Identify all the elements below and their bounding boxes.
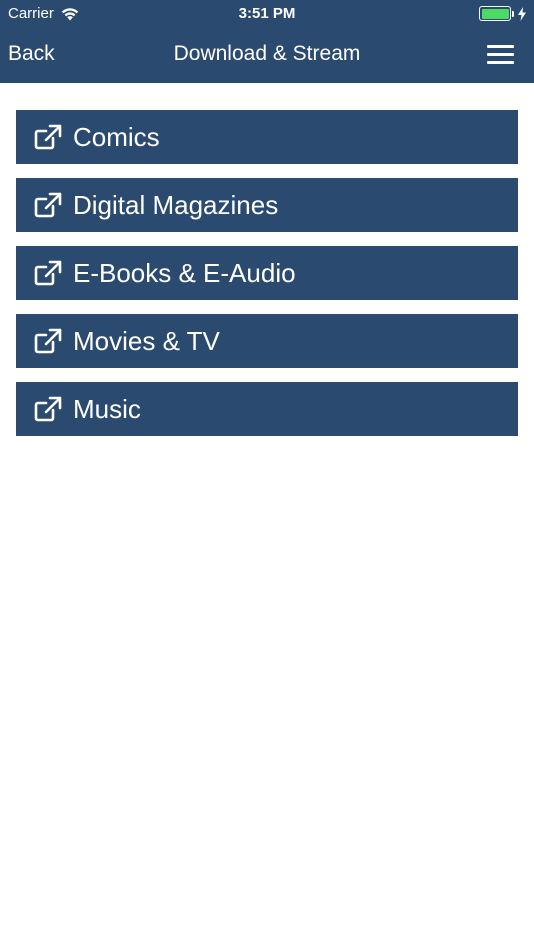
external-link-icon: [34, 124, 62, 150]
external-link-icon: [34, 328, 62, 354]
external-link-icon: [34, 192, 62, 218]
external-link-icon: [34, 260, 62, 286]
list-item-label: Movies & TV: [73, 325, 220, 356]
list-item-label: Comics: [73, 121, 160, 152]
hamburger-menu-icon[interactable]: [487, 45, 514, 65]
external-link-icon: [34, 396, 62, 422]
navigation-bar: Back Download & Stream: [0, 28, 534, 83]
list-item-label: Music: [73, 393, 141, 424]
list-item-label: E-Books & E-Audio: [73, 257, 296, 288]
page-title: Download & Stream: [173, 42, 361, 65]
battery-nub: [512, 10, 514, 17]
list-item-digital-magazines[interactable]: Digital Magazines: [16, 178, 518, 232]
battery-level: [481, 8, 509, 19]
status-time: 3:51 PM: [238, 5, 296, 22]
battery-indicator: [479, 6, 526, 21]
app-header: Carrier 3:51 PM Back Download & Stream: [0, 0, 534, 83]
charging-bolt-icon: [518, 6, 526, 21]
status-bar: Carrier 3:51 PM: [0, 0, 534, 28]
list-item-comics[interactable]: Comics: [16, 110, 518, 164]
list-item-label: Digital Magazines: [73, 189, 279, 220]
list-item-music[interactable]: Music: [16, 382, 518, 436]
battery-icon: [479, 6, 511, 21]
list-item-ebooks-eaudio[interactable]: E-Books & E-Audio: [16, 246, 518, 300]
list-item-movies-tv[interactable]: Movies & TV: [16, 314, 518, 368]
link-list: Comics Digital Magazines E-Books & E-Aud…: [16, 110, 518, 450]
